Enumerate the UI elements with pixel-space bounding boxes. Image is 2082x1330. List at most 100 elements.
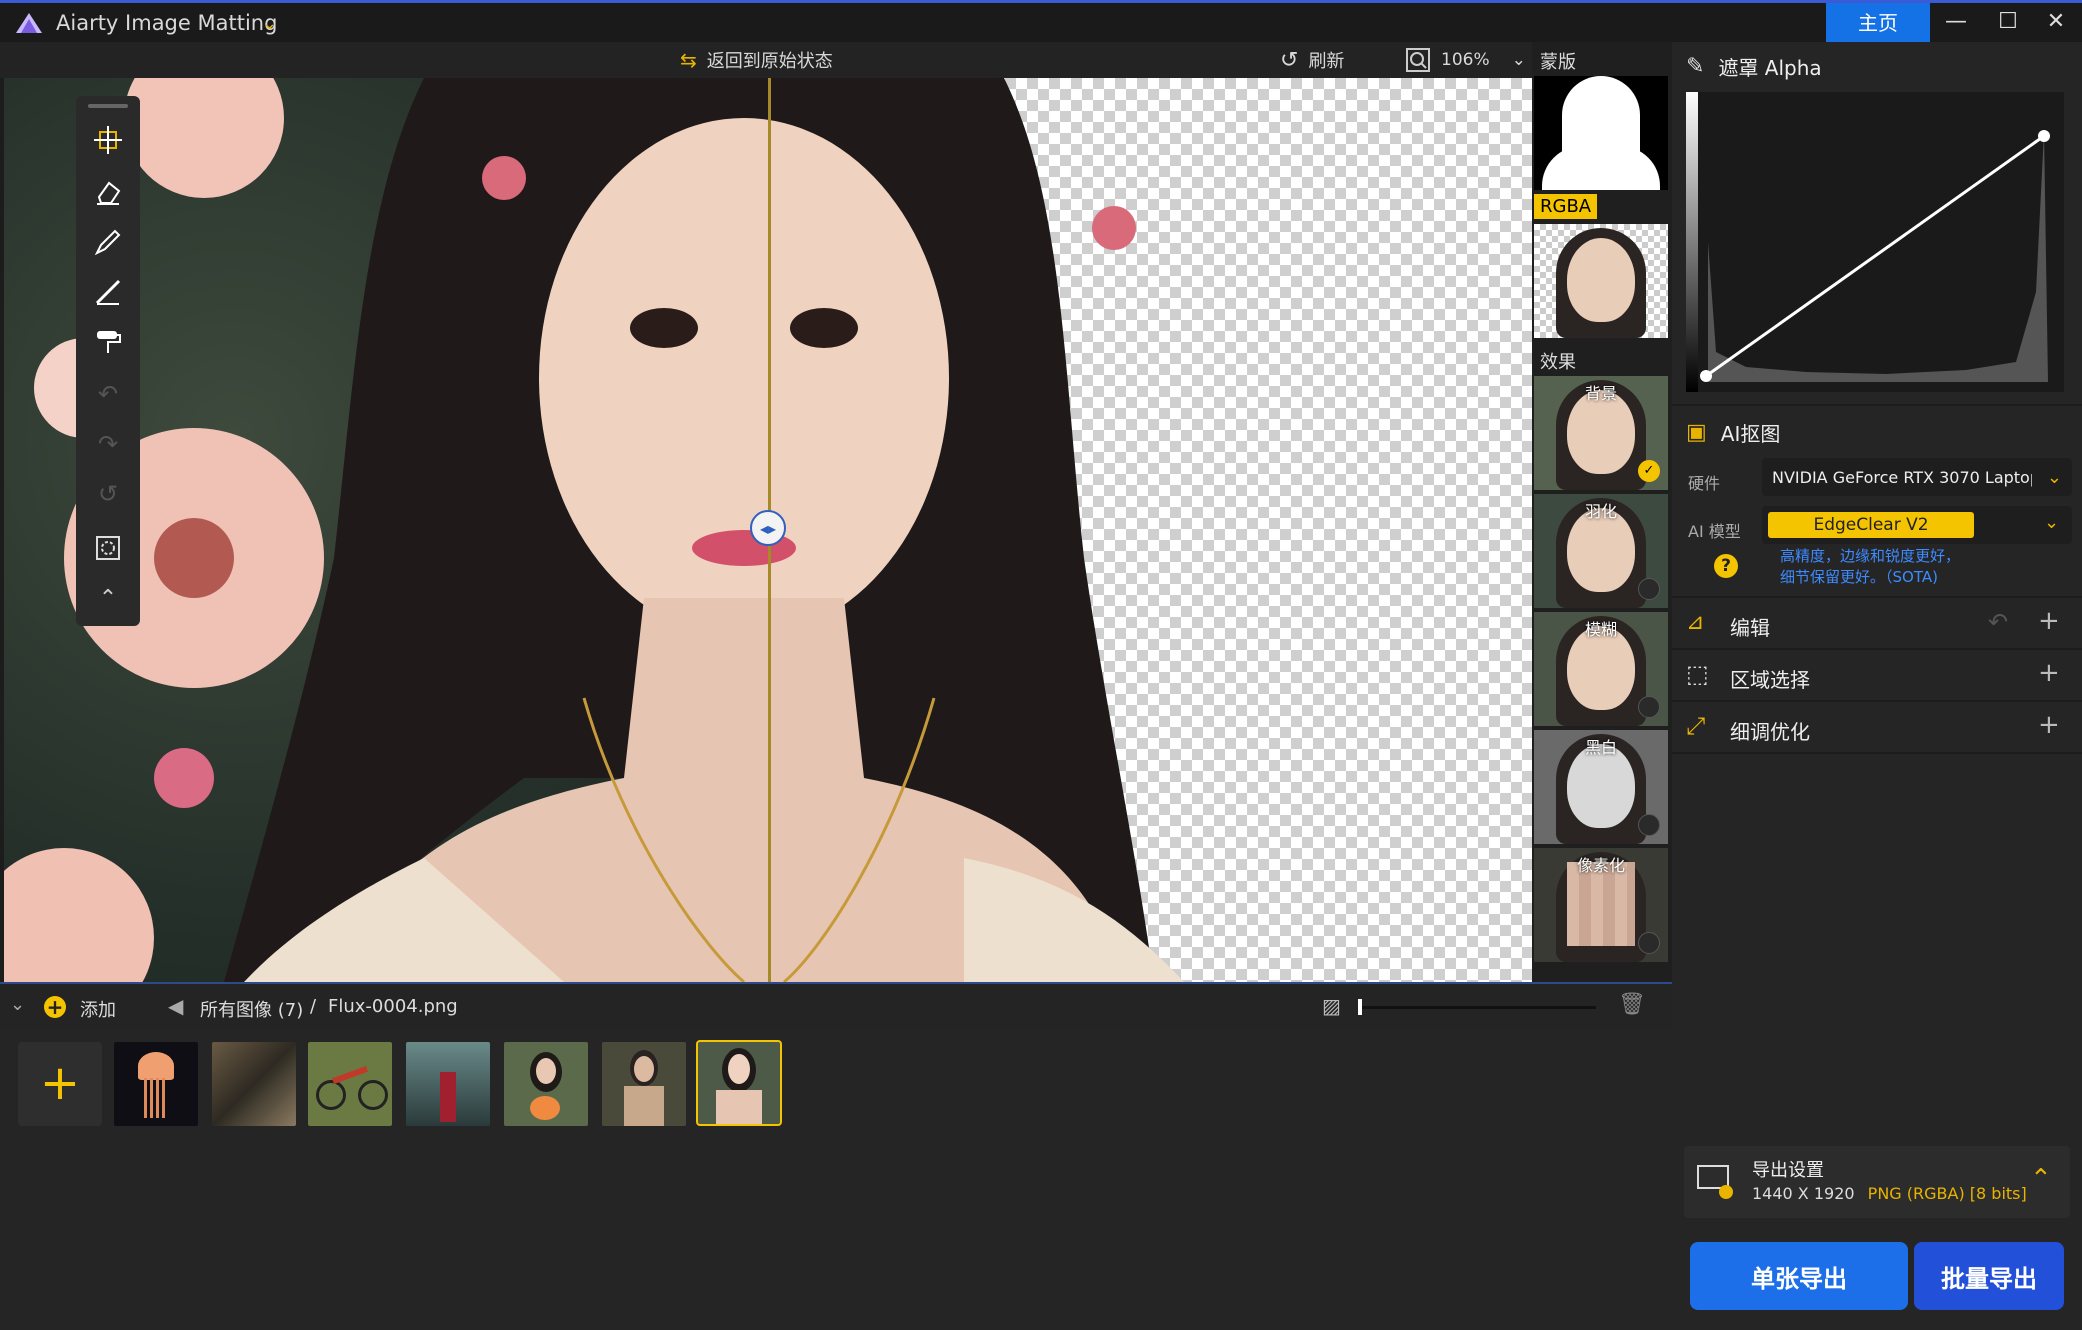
title-bar: Aiarty Image Matting ⌄ 主页 — ☐ ✕ xyxy=(0,0,2082,43)
export-format: PNG (RGBA) [8 bits] xyxy=(1867,1184,2027,1203)
thumbnail-size-slider[interactable] xyxy=(1358,999,1596,1015)
effect-label: 黑白 xyxy=(1584,738,1617,757)
split-arrows-icon: ◂▸ xyxy=(759,518,777,538)
minimize-icon[interactable]: — xyxy=(1930,3,1982,43)
slider-handle[interactable] xyxy=(1358,999,1362,1015)
paint-roller-icon[interactable] xyxy=(88,322,128,362)
expand-plus-icon[interactable]: + xyxy=(2038,606,2060,636)
pen-tool-icon[interactable] xyxy=(88,222,128,262)
unselected-dot-icon xyxy=(1638,696,1660,718)
expand-plus-icon[interactable]: + xyxy=(2038,658,2060,688)
image-thumbnail-4[interactable] xyxy=(406,1042,490,1126)
expand-plus-icon[interactable]: + xyxy=(2038,710,2060,740)
brush-tool-icon[interactable] xyxy=(88,272,128,312)
edit-section[interactable]: ⊿ 编辑 ↶ + xyxy=(1672,598,2082,648)
ai-title: AI抠图 xyxy=(1720,422,1781,446)
eyedropper-icon: ✎ xyxy=(1686,54,1705,79)
image-thumbnail-7-selected[interactable] xyxy=(696,1040,782,1126)
effect-label: 模糊 xyxy=(1584,620,1617,639)
close-icon[interactable]: ✕ xyxy=(2030,3,2082,43)
chevron-down-icon: ⌄ xyxy=(2044,512,2060,533)
flower-shape xyxy=(124,78,284,198)
unselected-dot-icon xyxy=(1638,578,1660,600)
palette-drag-handle[interactable] xyxy=(88,104,128,108)
ai-image-icon: ▣ xyxy=(1686,420,1707,445)
effect-feather-thumbnail[interactable]: 羽化 xyxy=(1534,494,1668,608)
refresh-label: 刷新 xyxy=(1308,51,1345,72)
add-button[interactable]: 添加 xyxy=(80,996,116,1022)
image-thumbnail-1[interactable] xyxy=(114,1042,198,1126)
app-title: Aiarty Image Matting xyxy=(56,11,278,35)
undo-icon[interactable]: ↶ xyxy=(1988,608,2008,636)
image-thumbnail-2[interactable] xyxy=(212,1042,296,1126)
collapse-chevron-icon[interactable]: ⌄ xyxy=(10,994,25,1015)
zoom-chevron-down-icon[interactable]: ⌄ xyxy=(1512,50,1526,70)
single-export-button[interactable]: 单张导出 xyxy=(1690,1242,1908,1310)
add-image-button[interactable]: + xyxy=(18,1042,102,1126)
compare-split-handle[interactable]: ◂▸ xyxy=(750,510,786,546)
zoom-control[interactable]: 106% ⌄ xyxy=(1405,46,1526,74)
effect-background-thumbnail[interactable]: 背景 ✓ xyxy=(1534,376,1668,490)
region-title: 区域选择 xyxy=(1730,668,1810,692)
swap-arrows-icon: ⇆ xyxy=(680,48,697,72)
trash-icon[interactable]: 🗑 xyxy=(1618,992,1646,1017)
hardware-value: NVIDIA GeForce RTX 3070 Laptop xyxy=(1772,467,2032,487)
model-label: AI 模型 xyxy=(1688,522,1741,541)
maximize-icon[interactable]: ☐ xyxy=(1982,3,2034,43)
reset-button[interactable]: ⇆ 返回到原始状态 xyxy=(680,46,833,74)
file-bar: ⌄ + 添加 ◀ 所有图像 (7) / Flux-0004.png ▨ 🗑 xyxy=(0,982,1672,1032)
undo-icon[interactable]: ↶ xyxy=(88,374,128,414)
reset-label: 返回到原始状态 xyxy=(706,51,833,72)
effect-label: 羽化 xyxy=(1584,502,1617,521)
alpha-title: 遮罩 Alpha xyxy=(1718,56,1822,80)
add-circle-icon[interactable]: + xyxy=(44,996,66,1018)
mask-thumbnail[interactable] xyxy=(1534,76,1668,190)
effect-bw-thumbnail[interactable]: 黑白 xyxy=(1534,730,1668,844)
refresh-icon: ↺ xyxy=(1280,47,1299,73)
refine-icon: ⤢ xyxy=(1686,712,1706,740)
model-desc-line: 细节保留更好。（SOTA) xyxy=(1780,568,1938,586)
export-settings-icon xyxy=(1697,1165,1733,1199)
image-thumbnail-6[interactable] xyxy=(602,1042,686,1126)
export-settings[interactable]: 导出设置 1440 X 1920 PNG (RGBA) [8 bits] ⌃ xyxy=(1684,1146,2070,1218)
redo-icon[interactable]: ↷ xyxy=(88,424,128,464)
breadcrumb-all-images[interactable]: 所有图像 (7) xyxy=(200,996,303,1022)
refine-section[interactable]: ⤢ 细调优化 + xyxy=(1672,702,2082,752)
edit-title: 编辑 xyxy=(1730,616,1770,640)
refine-title: 细调优化 xyxy=(1730,720,1810,744)
collapse-up-icon[interactable]: ⌃ xyxy=(2030,1164,2052,1194)
image-thumbnail-5[interactable] xyxy=(504,1042,588,1126)
home-button[interactable]: 主页 xyxy=(1826,3,1930,43)
model-desc-line: 高精度，边缘和锐度更好， xyxy=(1780,547,1961,565)
image-thumbnail-3[interactable] xyxy=(308,1042,392,1126)
mask-label: 蒙版 xyxy=(1540,52,1576,73)
help-icon[interactable]: ? xyxy=(1714,554,1738,578)
edit-icon: ⊿ xyxy=(1686,610,1705,635)
region-select-icon: ⬚ xyxy=(1686,660,1709,688)
rgba-label: RGBA xyxy=(1534,194,1598,219)
effect-label: 背景 xyxy=(1584,384,1617,403)
chevron-down-icon: ⌄ xyxy=(2046,466,2062,488)
export-size: 1440 X 1920 xyxy=(1752,1184,1855,1203)
unselected-dot-icon xyxy=(1638,814,1660,836)
collapse-palette-icon[interactable]: ⌃ xyxy=(88,578,128,618)
rgba-thumbnail[interactable] xyxy=(1534,224,1668,338)
model-select[interactable]: EdgeClear V2 ⌄ xyxy=(1762,506,2072,544)
back-arrow-icon[interactable]: ◀ xyxy=(168,994,183,1018)
zoom-value: 106% xyxy=(1441,50,1490,70)
image-size-icon: ▨ xyxy=(1322,994,1341,1018)
region-select-section[interactable]: ⬚ 区域选择 + xyxy=(1672,650,2082,700)
image-canvas[interactable]: ◂▸ xyxy=(4,78,1532,982)
batch-export-button[interactable]: 批量导出 xyxy=(1914,1242,2064,1310)
refresh-button[interactable]: ↺ 刷新 xyxy=(1280,46,1344,74)
alpha-curve-graph[interactable] xyxy=(1686,92,2064,392)
hardware-select[interactable]: NVIDIA GeForce RTX 3070 Laptop ⌄ xyxy=(1762,458,2072,496)
eraser-tool-icon[interactable] xyxy=(88,172,128,212)
reset-tool-icon[interactable]: ↺ xyxy=(88,474,128,514)
app-menu-chevron-icon[interactable]: ⌄ xyxy=(262,13,277,34)
effect-pixelate-thumbnail[interactable]: 像素化 xyxy=(1534,848,1668,962)
effect-blur-thumbnail[interactable]: 模糊 xyxy=(1534,612,1668,726)
selection-tool-icon[interactable] xyxy=(88,528,128,568)
export-settings-title: 导出设置 xyxy=(1752,1160,1824,1181)
move-tool-icon[interactable] xyxy=(88,120,128,160)
